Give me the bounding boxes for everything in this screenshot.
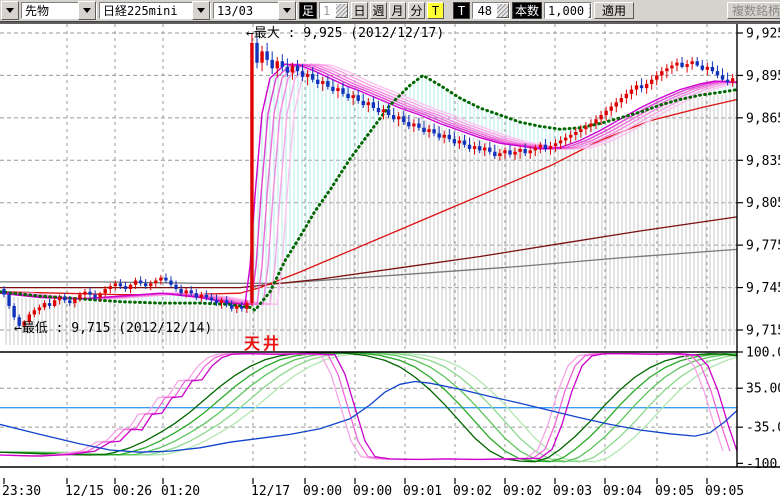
stepper-grip-icon[interactable] <box>496 3 509 18</box>
market-type-select[interactable]: 先物 <box>21 2 97 19</box>
svg-text:09:00: 09:00 <box>353 484 392 499</box>
chevron-down-icon[interactable] <box>78 1 96 20</box>
svg-text:09:02: 09:02 <box>453 484 492 499</box>
tick-count-label: T <box>453 2 470 19</box>
svg-text:←最低 : 9,715 (2012/12/14): ←最低 : 9,715 (2012/12/14) <box>14 321 212 336</box>
svg-text:09:03: 09:03 <box>553 484 592 499</box>
chevron-down-icon[interactable] <box>192 1 210 20</box>
window-dropdown-button[interactable] <box>1 1 19 20</box>
period-button-tick-active[interactable]: T <box>427 2 444 19</box>
chart-application-window: 9,925 9,895 9,865 9,835 9,805 9,775 9,745 9,715… <box>0 0 780 500</box>
svg-text:-100.00: -100.00 <box>746 457 780 472</box>
svg-text:9,775: 9,775 <box>746 239 780 254</box>
svg-text:09:05: 09:05 <box>655 484 694 499</box>
price-chart-canvas[interactable]: 9,925 9,895 9,865 9,835 9,805 9,775 9,745 9,715… <box>0 0 780 500</box>
svg-text:9,745: 9,745 <box>746 281 780 296</box>
svg-text:-35.00: -35.00 <box>746 421 780 436</box>
market-type-value: 先物 <box>22 2 78 19</box>
svg-text:09:01: 09:01 <box>403 484 442 499</box>
symbol-select[interactable]: 日経225mini <box>99 2 211 19</box>
svg-text:9,895: 9,895 <box>746 69 780 84</box>
stepper-grip-icon[interactable] <box>588 3 591 18</box>
svg-text:35.00: 35.00 <box>746 382 780 397</box>
period-button-month[interactable]: 月 <box>389 2 406 19</box>
tick-count-value: 48 <box>473 4 495 18</box>
svg-text:09:00: 09:00 <box>303 484 342 499</box>
bar-count-label: 本数 <box>512 2 542 19</box>
stepper-grip-icon[interactable] <box>335 3 348 18</box>
svg-text:9,805: 9,805 <box>746 196 780 211</box>
bar-type-label: 足 <box>299 2 317 19</box>
svg-text:9,925: 9,925 <box>746 27 780 42</box>
svg-text:天井: 天井 <box>244 334 282 353</box>
chevron-down-icon[interactable] <box>278 1 296 20</box>
bar-count-stepper[interactable]: 1,000 <box>544 2 592 19</box>
svg-text:9,865: 9,865 <box>746 111 780 126</box>
svg-text:←最大 : 9,925 (2012/12/17): ←最大 : 9,925 (2012/12/17) <box>246 26 444 41</box>
svg-text:23:30: 23:30 <box>2 484 41 499</box>
svg-text:09:05: 09:05 <box>705 484 744 499</box>
period-button-minute[interactable]: 分 <box>408 2 425 19</box>
chevron-down-icon <box>6 8 14 13</box>
contract-month-value: 13/03 <box>214 4 278 18</box>
svg-text:01:20: 01:20 <box>161 484 200 499</box>
bar-count-value: 1,000 <box>545 4 587 18</box>
svg-text:12/15: 12/15 <box>65 484 104 499</box>
period-button-week[interactable]: 週 <box>370 2 387 19</box>
tick-count-stepper[interactable]: 48 <box>472 2 510 19</box>
contract-month-select[interactable]: 13/03 <box>213 2 297 19</box>
interval-value: 1 <box>320 4 334 18</box>
period-button-day[interactable]: 日 <box>351 2 368 19</box>
multi-symbol-button-disabled: 複数銘柄 <box>727 2 780 19</box>
symbol-value: 日経225mini <box>100 2 192 19</box>
svg-text:09:02: 09:02 <box>503 484 542 499</box>
interval-stepper[interactable]: 1 <box>319 2 349 19</box>
svg-text:09:04: 09:04 <box>603 484 642 499</box>
svg-text:12/17: 12/17 <box>251 484 290 499</box>
svg-text:9,835: 9,835 <box>746 154 780 169</box>
toolbar: 先物 日経225mini 13/03 足 1 日 週 月 分 T T 48 本数… <box>0 0 780 22</box>
svg-text:00:26: 00:26 <box>113 484 152 499</box>
svg-text:100.00: 100.00 <box>746 346 780 361</box>
svg-text:9,715: 9,715 <box>746 323 780 338</box>
apply-button[interactable]: 適用 <box>594 2 634 19</box>
